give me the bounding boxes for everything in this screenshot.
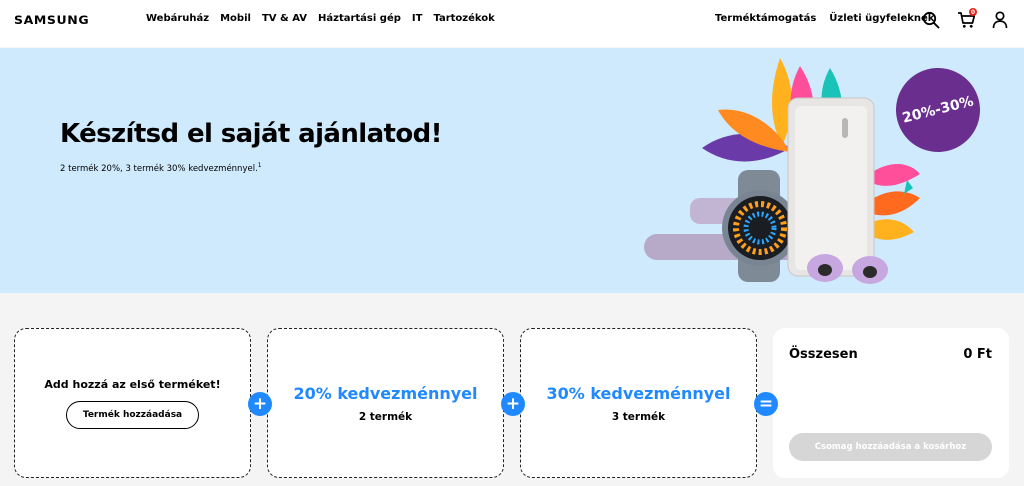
bundle-slot-1-title: Add hozzá az első terméket! bbox=[44, 377, 221, 391]
hero-footnote[interactable]: 1 bbox=[258, 162, 262, 169]
add-product-button[interactable]: Termék hozzáadása bbox=[65, 400, 200, 429]
bundle-slot-2-discount: 20% kedvezménnyel bbox=[293, 383, 478, 403]
bundle-slot-3-count: 3 termék bbox=[611, 410, 666, 423]
plus-icon: + bbox=[248, 392, 272, 416]
promo-hero-banner: Készítsd el saját ajánlatod! 2 termék 20… bbox=[0, 48, 1024, 293]
nav-item-tartozekok[interactable]: Tartozékok bbox=[433, 13, 494, 24]
nav-item-termektamogatas[interactable]: Terméktámogatás bbox=[715, 13, 816, 24]
bundle-slot-3-discount: 30% kedvezménnyel bbox=[546, 383, 731, 403]
equals-icon: = bbox=[754, 392, 778, 416]
site-header: SAMSUNG Webáruház Mobil TV & AV Háztartá… bbox=[0, 0, 1024, 47]
user-icon[interactable] bbox=[989, 9, 1011, 31]
cart-count-badge: 0 bbox=[969, 8, 977, 16]
add-bundle-to-cart-button[interactable]: Csomag hozzáadása a kosárhoz bbox=[789, 433, 992, 461]
nav-item-tv-av[interactable]: TV & AV bbox=[262, 13, 307, 24]
bundle-slot-2-count: 2 termék bbox=[358, 410, 413, 423]
bundle-slot-3: 30% kedvezménnyel 3 termék bbox=[520, 328, 757, 478]
bundle-slot-1: Add hozzá az első terméket! Termék hozzá… bbox=[14, 328, 251, 478]
summary-total-value: 0 Ft bbox=[963, 347, 992, 362]
secondary-nav: Terméktámogatás Üzleti ügyfeleknek bbox=[715, 13, 934, 24]
main-nav: Webáruház Mobil TV & AV Háztartási gép I… bbox=[146, 13, 495, 24]
plus-icon: + bbox=[501, 392, 525, 416]
search-icon[interactable] bbox=[920, 9, 942, 31]
cart-icon[interactable]: 0 bbox=[955, 8, 977, 31]
nav-item-webaruhaz[interactable]: Webáruház bbox=[146, 13, 209, 24]
nav-item-mobil[interactable]: Mobil bbox=[220, 13, 251, 24]
bundle-slot-2: 20% kedvezménnyel 2 termék bbox=[267, 328, 504, 478]
hero-subtitle: 2 termék 20%, 3 termék 30% kedvezménnyel… bbox=[60, 162, 262, 174]
hero-title: Készítsd el saját ajánlatod! bbox=[60, 119, 443, 149]
hero-subtitle-text: 2 termék 20%, 3 termék 30% kedvezménnyel… bbox=[60, 163, 258, 174]
summary-total-label: Összesen bbox=[789, 347, 858, 362]
samsung-logo[interactable]: SAMSUNG bbox=[14, 12, 89, 26]
nav-item-haztartasi-gep[interactable]: Háztartási gép bbox=[318, 13, 401, 24]
bundle-summary: Összesen 0 Ft Csomag hozzáadása a kosárh… bbox=[773, 328, 1009, 478]
nav-item-it[interactable]: IT bbox=[412, 13, 423, 24]
nav-item-uzleti-ugyfeleknek[interactable]: Üzleti ügyfeleknek bbox=[829, 13, 934, 24]
